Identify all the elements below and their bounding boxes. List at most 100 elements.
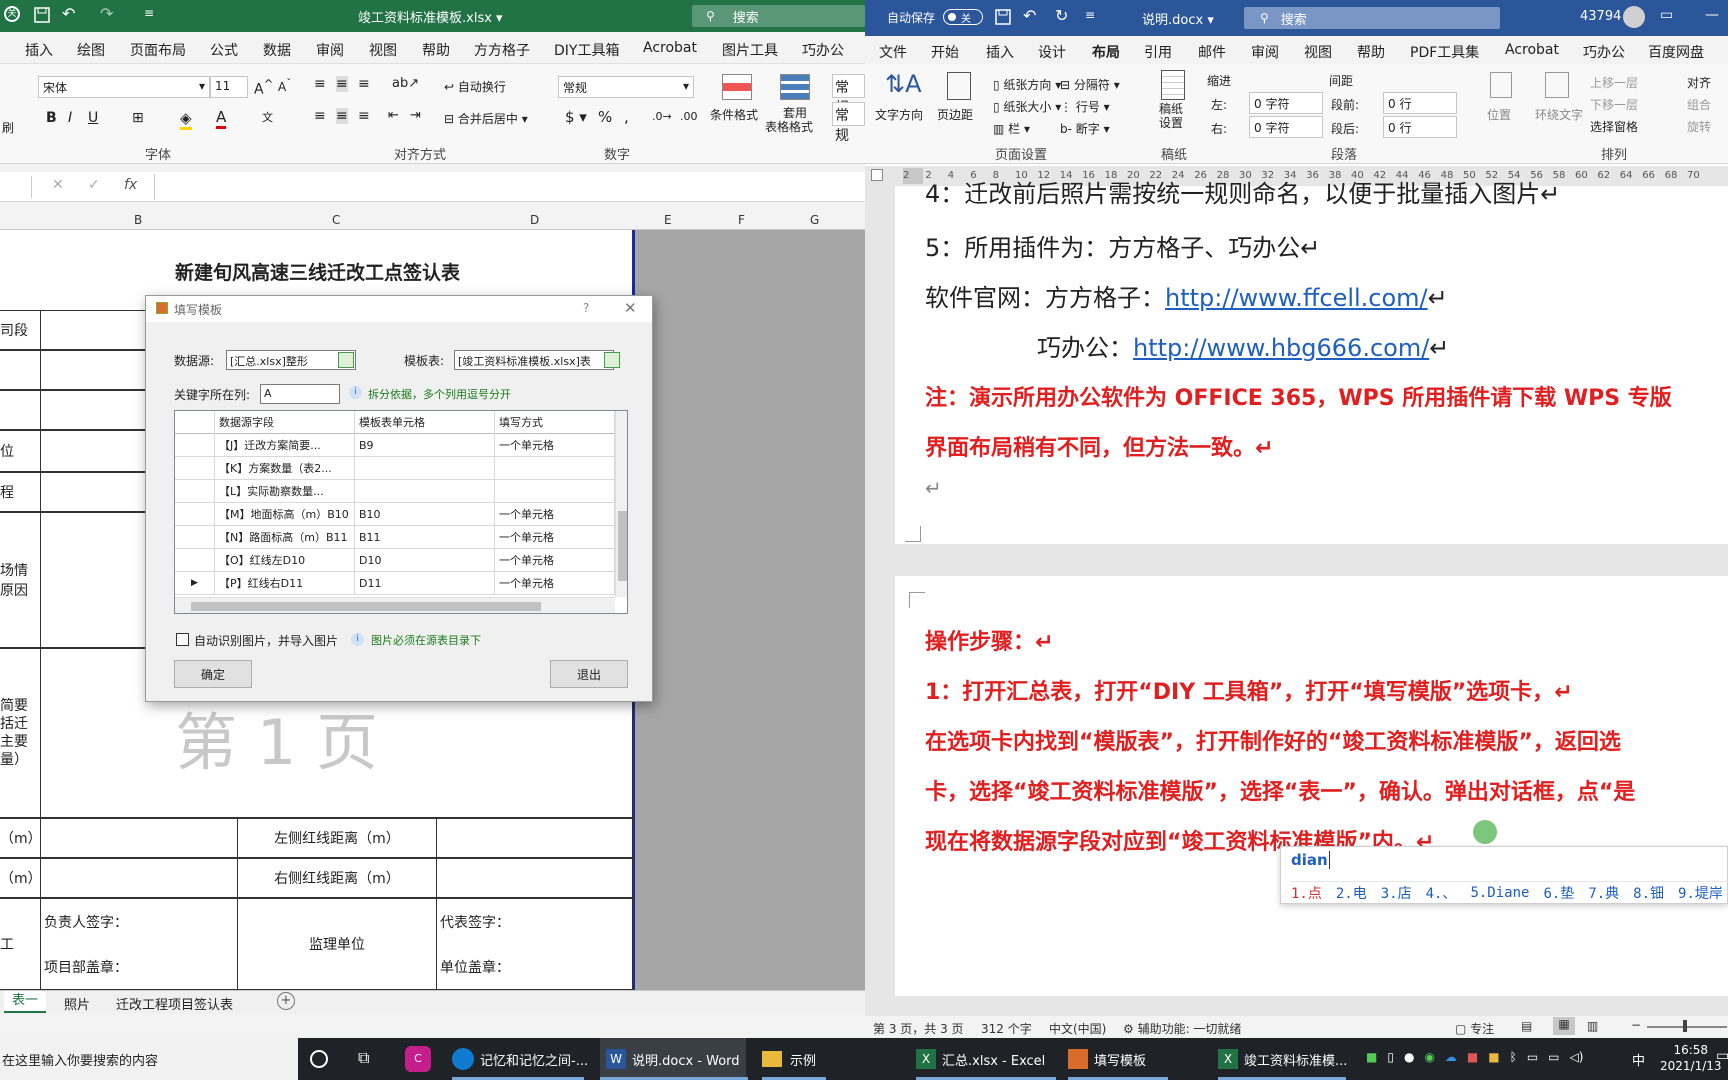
row-label[interactable]: 简要 括迁 主要 量）	[0, 648, 41, 818]
text-direction-button[interactable]: 文字方向	[875, 106, 923, 123]
row-label[interactable]: 司段	[0, 310, 41, 350]
tray-status-icon[interactable]: ●	[1404, 1050, 1414, 1064]
field-cell[interactable]: 【K】方案数量（表2...	[215, 457, 355, 480]
table-cell[interactable]	[436, 858, 634, 898]
field-mapping-grid[interactable]: 数据源字段 模板表单元格 填写方式 【J】迁改方案简要... B9 一个单元格 …	[174, 410, 628, 614]
taskbar-app[interactable]: 记忆和记忆之间-...	[452, 1038, 588, 1080]
hyphenation-button[interactable]: b- 断字 ▾	[1060, 120, 1110, 137]
task-view-icon[interactable]: ⧉	[358, 1048, 369, 1068]
tab-baidu-netdisk[interactable]: 百度网盘	[1648, 42, 1704, 62]
sheet-tab[interactable]: 迁改工程项目签认表	[116, 994, 233, 1013]
grid-header-cell[interactable]: 数据源字段	[215, 411, 355, 434]
row-label[interactable]: 场情 原因	[0, 512, 41, 648]
bluetooth-icon[interactable]: ᛒ	[1510, 1050, 1517, 1064]
range-picker-icon[interactable]	[338, 352, 354, 368]
orientation-button[interactable]: ▯ 纸张方向 ▾	[971, 76, 1061, 93]
row-label[interactable]: （m）	[0, 818, 41, 858]
auto-image-label[interactable]: 自动识别图片，并导入图片	[194, 632, 338, 649]
ime-candidate[interactable]: 8.钿	[1633, 883, 1664, 903]
range-picker-icon[interactable]	[604, 352, 620, 368]
zoom-out-icon[interactable]: −	[1631, 1018, 1641, 1032]
enter-icon[interactable]: ✓	[88, 177, 100, 193]
tab-selector-icon[interactable]	[871, 169, 883, 181]
document-page-2[interactable]: 4：迁改前后照片需按统一规则命名，以便于批量插入图片↵ 5：所用插件为：方方格子…	[895, 180, 1728, 544]
conditional-format-icon[interactable]	[722, 74, 752, 100]
style-normal-2[interactable]: 常规	[832, 102, 865, 144]
zoom-slider-thumb[interactable]	[1683, 1020, 1687, 1032]
position-icon[interactable]	[1490, 72, 1512, 98]
tray-app-icon[interactable]: ■	[1366, 1050, 1377, 1064]
tab-qiaobangong[interactable]: 巧办公	[1583, 42, 1625, 62]
tab-home[interactable]: 开始	[931, 42, 959, 62]
font-size-select[interactable]: 11	[210, 76, 248, 98]
row-label[interactable]	[0, 350, 41, 390]
grid-header-cell[interactable]: 模板表单元格	[355, 411, 495, 434]
align-left-icon[interactable]: ≡	[314, 108, 326, 124]
percent-icon[interactable]: %	[598, 108, 612, 126]
hbg666-link[interactable]: http://www.hbg666.com/	[1133, 334, 1429, 362]
fill-color-icon[interactable]: ◈	[180, 109, 192, 130]
tab-mailings[interactable]: 邮件	[1198, 42, 1226, 62]
table-row[interactable]: ▶ 【P】红线右D11 D11 一个单元格	[175, 572, 615, 595]
save-icon[interactable]	[34, 7, 50, 23]
font-color-icon[interactable]: A	[216, 108, 227, 129]
columns-button[interactable]: ▥ 栏 ▾	[971, 120, 1030, 137]
row-label[interactable]: 位	[0, 430, 41, 472]
left-redline-label[interactable]: 左侧红线距离（m）	[237, 818, 437, 858]
tab-view[interactable]: 视图	[1304, 42, 1332, 62]
taskbar-app[interactable]: X 竣工资料标准模...	[1218, 1038, 1347, 1080]
tab-help[interactable]: 帮助	[1357, 42, 1385, 62]
tab-ffcell[interactable]: 方方格子	[474, 40, 530, 60]
table-row[interactable]: 【M】地面标高（m）B10 B10 一个单元格	[175, 503, 615, 526]
align-button[interactable]: 对齐	[1687, 74, 1711, 91]
position-button[interactable]: 位置	[1487, 106, 1511, 123]
tab-page-layout[interactable]: 页面布局	[130, 40, 186, 60]
network-icon[interactable]: ▭	[1548, 1050, 1559, 1064]
mode-cell[interactable]	[495, 457, 615, 480]
field-cell[interactable]: 【N】路面标高（m）B11	[215, 526, 355, 549]
row-label[interactable]: （m）	[0, 858, 41, 898]
formula-input[interactable]	[154, 174, 865, 200]
tray-app-icon[interactable]: ■	[1467, 1050, 1478, 1064]
spacing-before-input[interactable]: 0 行	[1383, 92, 1457, 114]
table-row[interactable]: 【J】迁改方案简要... B9 一个单元格	[175, 434, 615, 457]
style-normal-1[interactable]: 常规	[832, 74, 865, 116]
tab-help[interactable]: 帮助	[422, 40, 450, 60]
decrease-decimal-icon[interactable]: .00	[680, 110, 698, 123]
tab-acrobat[interactable]: Acrobat	[643, 40, 697, 56]
cancel-icon[interactable]: ✕	[52, 177, 64, 193]
tab-draw[interactable]: 绘图	[77, 40, 105, 60]
ime-candidate[interactable]: 2.电	[1336, 883, 1367, 903]
tab-diy-toolbox[interactable]: DIY工具箱	[554, 40, 619, 60]
row-label[interactable]: 工	[0, 898, 41, 990]
table-cell[interactable]	[40, 858, 238, 898]
column-header[interactable]: G	[810, 213, 819, 227]
tab-pdf-tools[interactable]: PDF工具集	[1410, 42, 1479, 62]
bold-button[interactable]: B	[46, 110, 57, 126]
print-layout-icon[interactable]: ▦	[1553, 1017, 1575, 1035]
shrink-font-icon[interactable]: Aˇ	[278, 78, 291, 94]
indent-left-input[interactable]: 0 字符	[1249, 92, 1323, 114]
horizontal-scrollbar[interactable]	[175, 597, 615, 613]
field-cell[interactable]: 【O】红线左D10	[215, 549, 355, 572]
table-row[interactable]: 【K】方案数量（表2...	[175, 457, 615, 480]
taskbar-search[interactable]: 在这里输入你要搜索的内容	[0, 1038, 298, 1080]
sheet-tab[interactable]: 照片	[64, 994, 90, 1013]
table-cell[interactable]	[40, 818, 238, 858]
rotate-button[interactable]: 旋转	[1687, 118, 1711, 135]
quick-access-more-icon[interactable]: ≡	[1085, 8, 1095, 22]
read-mode-icon[interactable]: ▤	[1521, 1019, 1532, 1033]
align-middle-icon[interactable]: ≡	[336, 76, 348, 92]
column-header[interactable]: F	[738, 213, 745, 227]
close-icon[interactable]: ✕	[624, 299, 637, 317]
column-header[interactable]: B	[134, 213, 142, 227]
clock[interactable]: 16:58 2021/1/13	[1660, 1042, 1722, 1074]
redo-icon[interactable]: ↻	[1055, 6, 1068, 25]
merge-center-button[interactable]: ⊟ 合并后居中 ▾	[444, 110, 528, 127]
currency-icon[interactable]: $ ▾	[565, 108, 587, 126]
tab-review[interactable]: 审阅	[1251, 42, 1279, 62]
field-cell[interactable]: 【P】红线右D11	[215, 572, 355, 595]
indent-right-input[interactable]: 0 字符	[1249, 116, 1323, 138]
line-numbers-button[interactable]: ⋮ 行号 ▾	[1060, 98, 1110, 115]
table-format-label-2[interactable]: 表格格式	[765, 118, 813, 135]
